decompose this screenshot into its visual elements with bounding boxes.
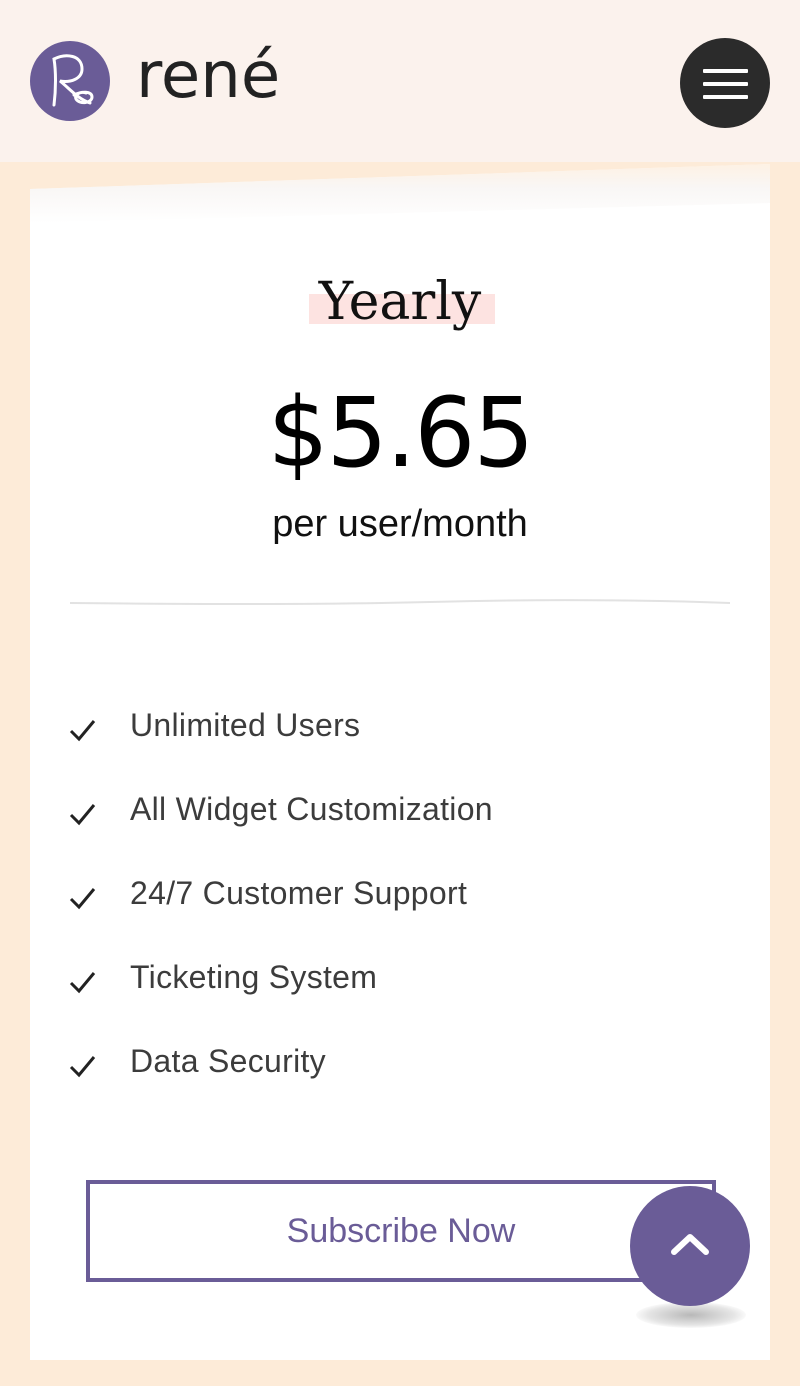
feature-label: Unlimited Users xyxy=(130,706,361,743)
card-top-edge xyxy=(30,163,770,223)
menu-button[interactable] xyxy=(680,38,770,128)
feature-label: 24/7 Customer Support xyxy=(130,874,468,911)
brand-logo[interactable]: rené xyxy=(30,39,280,121)
check-icon xyxy=(69,1056,96,1078)
plan-title-text: Yearly xyxy=(318,272,482,332)
hamburger-menu-icon xyxy=(703,82,748,86)
site-header: rené xyxy=(0,0,800,162)
feature-label: Data Security xyxy=(130,1042,326,1079)
price-unit: per user/month xyxy=(272,503,528,545)
plan-title-wrapper: Yearly xyxy=(30,264,770,340)
brand-name: rené xyxy=(136,39,281,113)
list-item: Data Security xyxy=(68,1019,728,1103)
rene-logo-icon xyxy=(30,41,110,121)
plan-price: $5.65 xyxy=(267,377,535,489)
check-icon xyxy=(69,720,96,742)
feature-label: Ticketing System xyxy=(130,958,378,995)
list-item: Ticketing System xyxy=(68,935,728,1019)
list-item: All Widget Customization xyxy=(68,767,728,851)
feature-label: All Widget Customization xyxy=(130,790,493,827)
hamburger-menu-icon xyxy=(703,69,748,73)
check-icon xyxy=(69,888,96,910)
pricing-card: Yearly $5.65 per user/month Unlimited Us… xyxy=(30,163,770,1360)
hamburger-menu-icon xyxy=(703,95,748,99)
subscribe-button[interactable]: Subscribe Now xyxy=(86,1180,716,1282)
divider xyxy=(70,599,730,605)
check-icon xyxy=(69,972,96,994)
back-to-top-button[interactable] xyxy=(630,1186,750,1306)
feature-list: Unlimited Users All Widget Customization… xyxy=(68,683,728,1103)
list-item: Unlimited Users xyxy=(68,683,728,767)
list-item: 24/7 Customer Support xyxy=(68,851,728,935)
check-icon xyxy=(69,804,96,826)
plan-title: Yearly xyxy=(308,264,496,340)
chevron-up-icon xyxy=(671,1234,709,1255)
